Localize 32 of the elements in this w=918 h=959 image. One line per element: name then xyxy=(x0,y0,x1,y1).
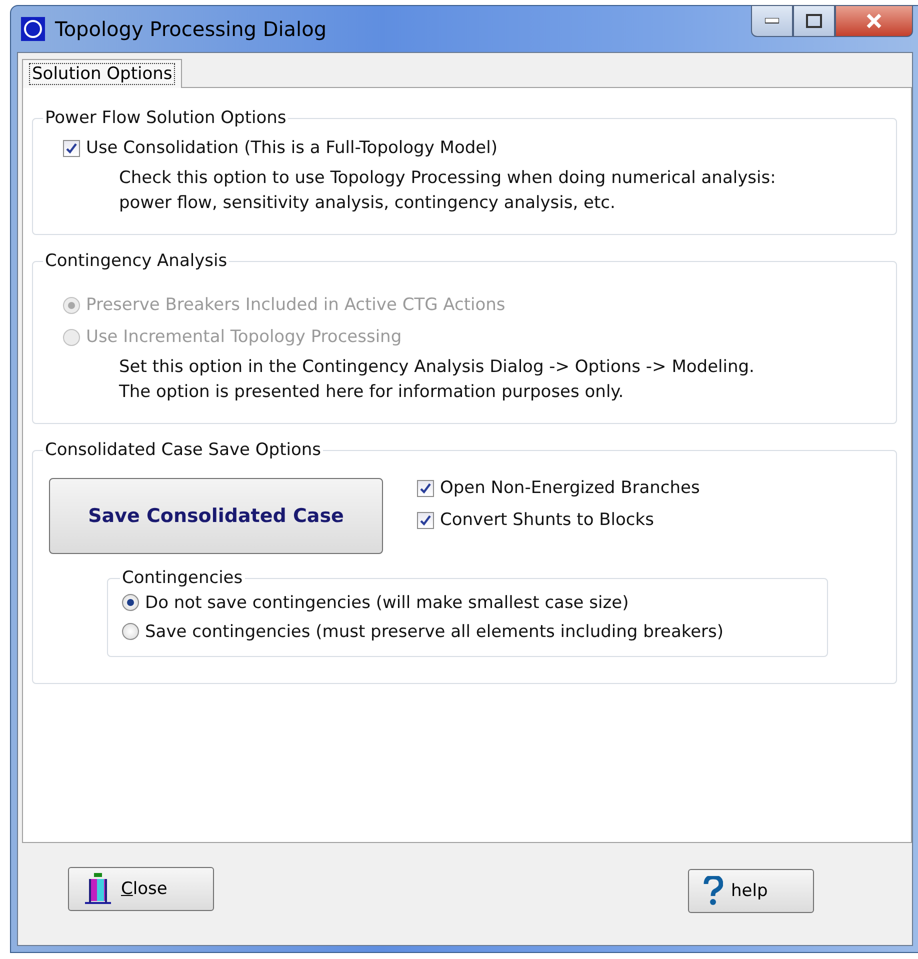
checkbox[interactable] xyxy=(417,512,434,528)
checkbox[interactable] xyxy=(417,480,434,496)
minimize-icon xyxy=(765,18,779,24)
radio-label: Use Incremental Topology Processing xyxy=(86,327,402,347)
radio-button[interactable] xyxy=(122,594,139,611)
maximize-button[interactable] xyxy=(793,5,835,37)
save-case-button[interactable]: Save Consolidated Case xyxy=(49,478,383,554)
door-icon xyxy=(83,873,113,905)
option-description: Set this option in the Contingency Analysis Dialog -> Options -> Modeling. The option is presented here for information purposes only. xyxy=(119,356,756,404)
globe-icon xyxy=(21,17,45,41)
radio-label: Preserve Breakers Included in Active CTG Actions xyxy=(86,295,506,315)
radio-label: Save contingencies (must preserve all elements including breakers) xyxy=(145,622,724,642)
radio-button[interactable] xyxy=(122,623,139,640)
tab[interactable]: Solution Options xyxy=(22,59,182,88)
group-title: Contingencies xyxy=(121,568,244,588)
group-title: Contingency Analysis xyxy=(44,251,228,271)
checkbox-label: Open Non-Energized Branches xyxy=(440,478,700,498)
minimize-button[interactable] xyxy=(751,5,793,37)
checkbox-label: Convert Shunts to Blocks xyxy=(440,510,654,530)
group-title: Consolidated Case Save Options xyxy=(44,440,322,460)
maximize-icon xyxy=(806,14,822,28)
window-title: Topology Processing Dialog xyxy=(55,17,327,41)
group-title: Power Flow Solution Options xyxy=(44,108,288,128)
close-button[interactable] xyxy=(835,5,913,37)
question-mark-icon xyxy=(703,876,723,906)
checkbox-label: Use Consolidation (This is a Full-Topology Model) xyxy=(86,138,498,158)
radio-label: Do not save contingencies (will make smallest case size) xyxy=(145,592,629,612)
close-icon xyxy=(865,13,883,29)
help-button[interactable]: help xyxy=(688,869,814,913)
checkbox[interactable] xyxy=(63,140,80,156)
option-description: Check this option to use Topology Processing when doing numerical analysis: power flow, sensitivity analysis, contingency analysis, etc. xyxy=(119,167,777,215)
close-button[interactable]: Close xyxy=(68,867,214,911)
